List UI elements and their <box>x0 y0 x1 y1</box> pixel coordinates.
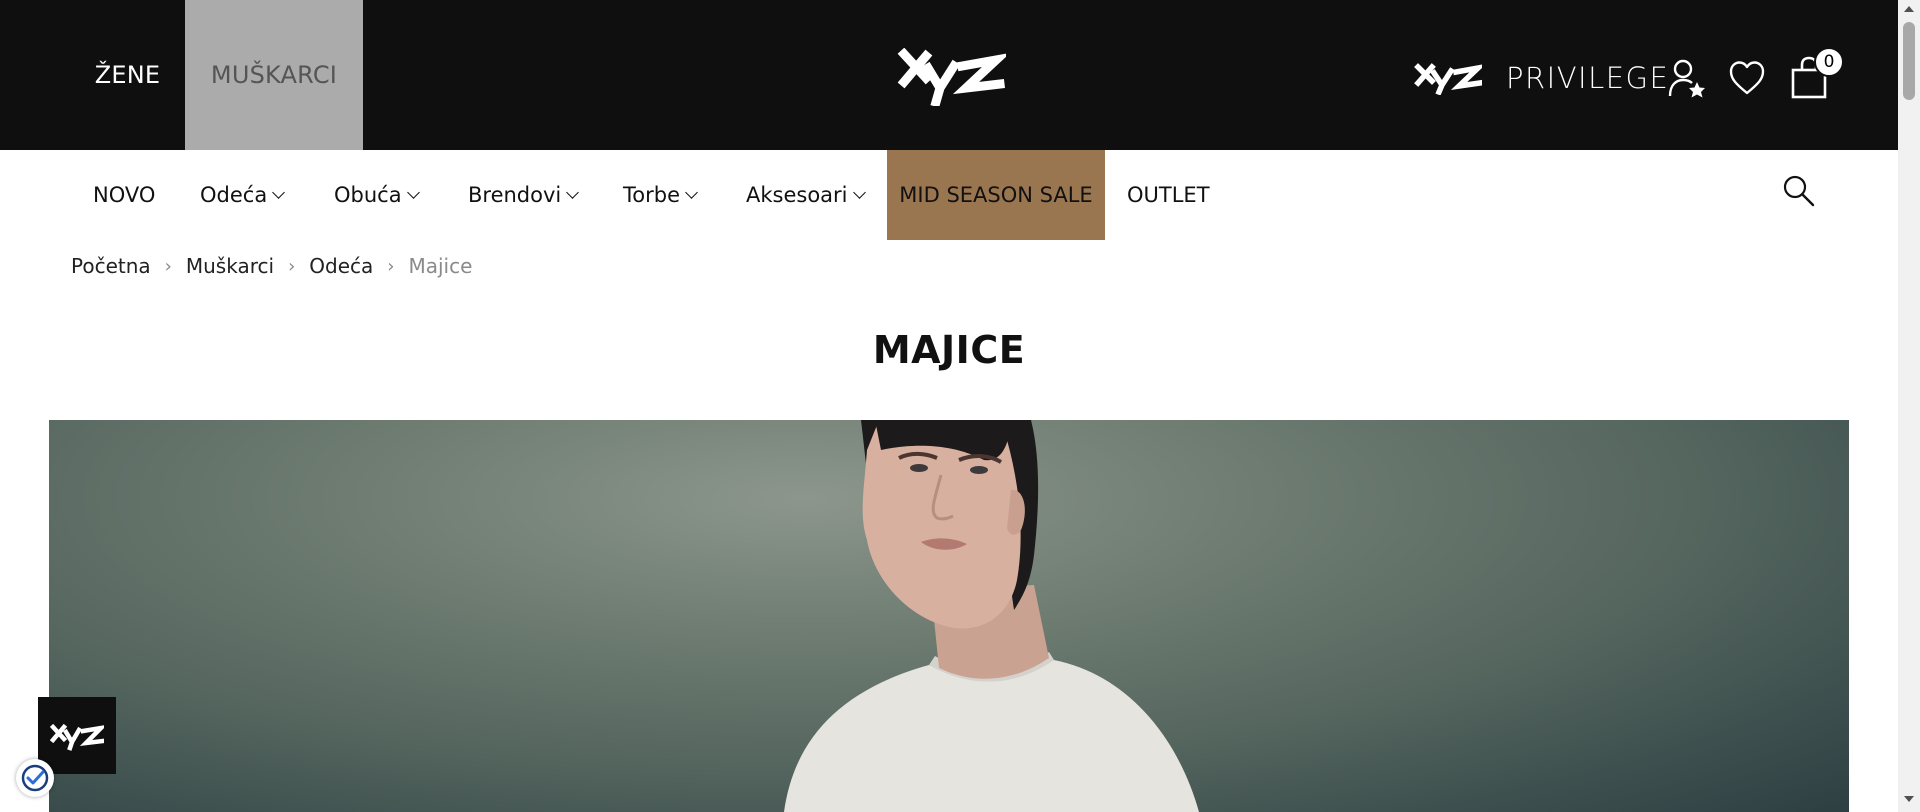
model-illustration <box>784 420 1199 812</box>
nav-item-obuca[interactable]: Obuća <box>334 150 420 240</box>
nav-item-label: Brendovi <box>468 183 562 207</box>
nav-item-label: MID SEASON SALE <box>899 183 1093 207</box>
nav-item-torbe[interactable]: Torbe <box>623 150 698 240</box>
breadcrumb: Početna › Muškarci › Odeća › Majice <box>71 250 472 282</box>
nav-item-aksesoari[interactable]: Aksesoari <box>746 150 866 240</box>
top-bar: ŽENE MUŠKARCI PRIVILEGE 0 <box>0 0 1898 150</box>
gender-tab-zene[interactable]: ŽENE <box>70 0 185 150</box>
chevron-down-icon <box>566 185 580 199</box>
nav-item-novo[interactable]: NOVO <box>93 150 155 240</box>
nav-item-outlet[interactable]: OUTLET <box>1127 150 1210 240</box>
search-icon[interactable] <box>1782 174 1816 208</box>
nav-item-label: Odeća <box>200 183 268 207</box>
shield-check-icon <box>21 764 49 792</box>
page-scrollbar[interactable] <box>1898 0 1920 812</box>
account-star-icon[interactable] <box>1668 58 1706 98</box>
scroll-up-arrow-icon[interactable] <box>1904 6 1914 12</box>
xyz-logo[interactable] <box>896 48 1006 106</box>
breadcrumb-current: Majice <box>408 254 473 278</box>
chevron-down-icon <box>406 185 420 199</box>
nav-item-label: OUTLET <box>1127 183 1210 207</box>
hero-banner-image <box>49 420 1849 812</box>
nav-item-label: Aksesoari <box>746 183 848 207</box>
cookie-consent-check-icon[interactable] <box>16 759 54 797</box>
page-title: MAJICE <box>872 328 1026 372</box>
xyz-small-logo-icon <box>1414 63 1482 95</box>
chevron-down-icon <box>852 185 866 199</box>
breadcrumb-separator-icon: › <box>387 255 395 277</box>
nav-item-label: Obuća <box>334 183 402 207</box>
main-nav: NOVO Odeća Obuća Brendovi Torbe Aksesoar… <box>0 150 1898 240</box>
breadcrumb-separator-icon: › <box>288 255 296 277</box>
breadcrumb-link-muskarci[interactable]: Muškarci <box>186 254 274 278</box>
nav-item-label: Torbe <box>623 183 680 207</box>
chevron-down-icon <box>272 185 286 199</box>
nav-item-odeca[interactable]: Odeća <box>200 150 286 240</box>
nav-item-label: NOVO <box>93 183 156 207</box>
breadcrumb-link-pocetna[interactable]: Početna <box>71 254 151 278</box>
heart-icon[interactable] <box>1728 58 1766 98</box>
chevron-down-icon <box>685 185 698 199</box>
xyz-small-logo-icon <box>50 723 104 751</box>
scrollbar-thumb[interactable] <box>1903 22 1915 100</box>
breadcrumb-link-odeca[interactable]: Odeća <box>309 254 373 278</box>
cart-count-badge: 0 <box>1814 47 1844 77</box>
privilege-link[interactable]: PRIVILEGE <box>1414 56 1669 100</box>
privilege-label: PRIVILEGE <box>1506 61 1670 95</box>
gender-tab-muskarci[interactable]: MUŠKARCI <box>185 0 363 150</box>
breadcrumb-separator-icon: › <box>164 255 172 277</box>
nav-item-brendovi[interactable]: Brendovi <box>468 150 580 240</box>
scroll-down-arrow-icon[interactable] <box>1904 796 1914 802</box>
nav-item-mid-season-sale[interactable]: MID SEASON SALE <box>887 150 1105 240</box>
